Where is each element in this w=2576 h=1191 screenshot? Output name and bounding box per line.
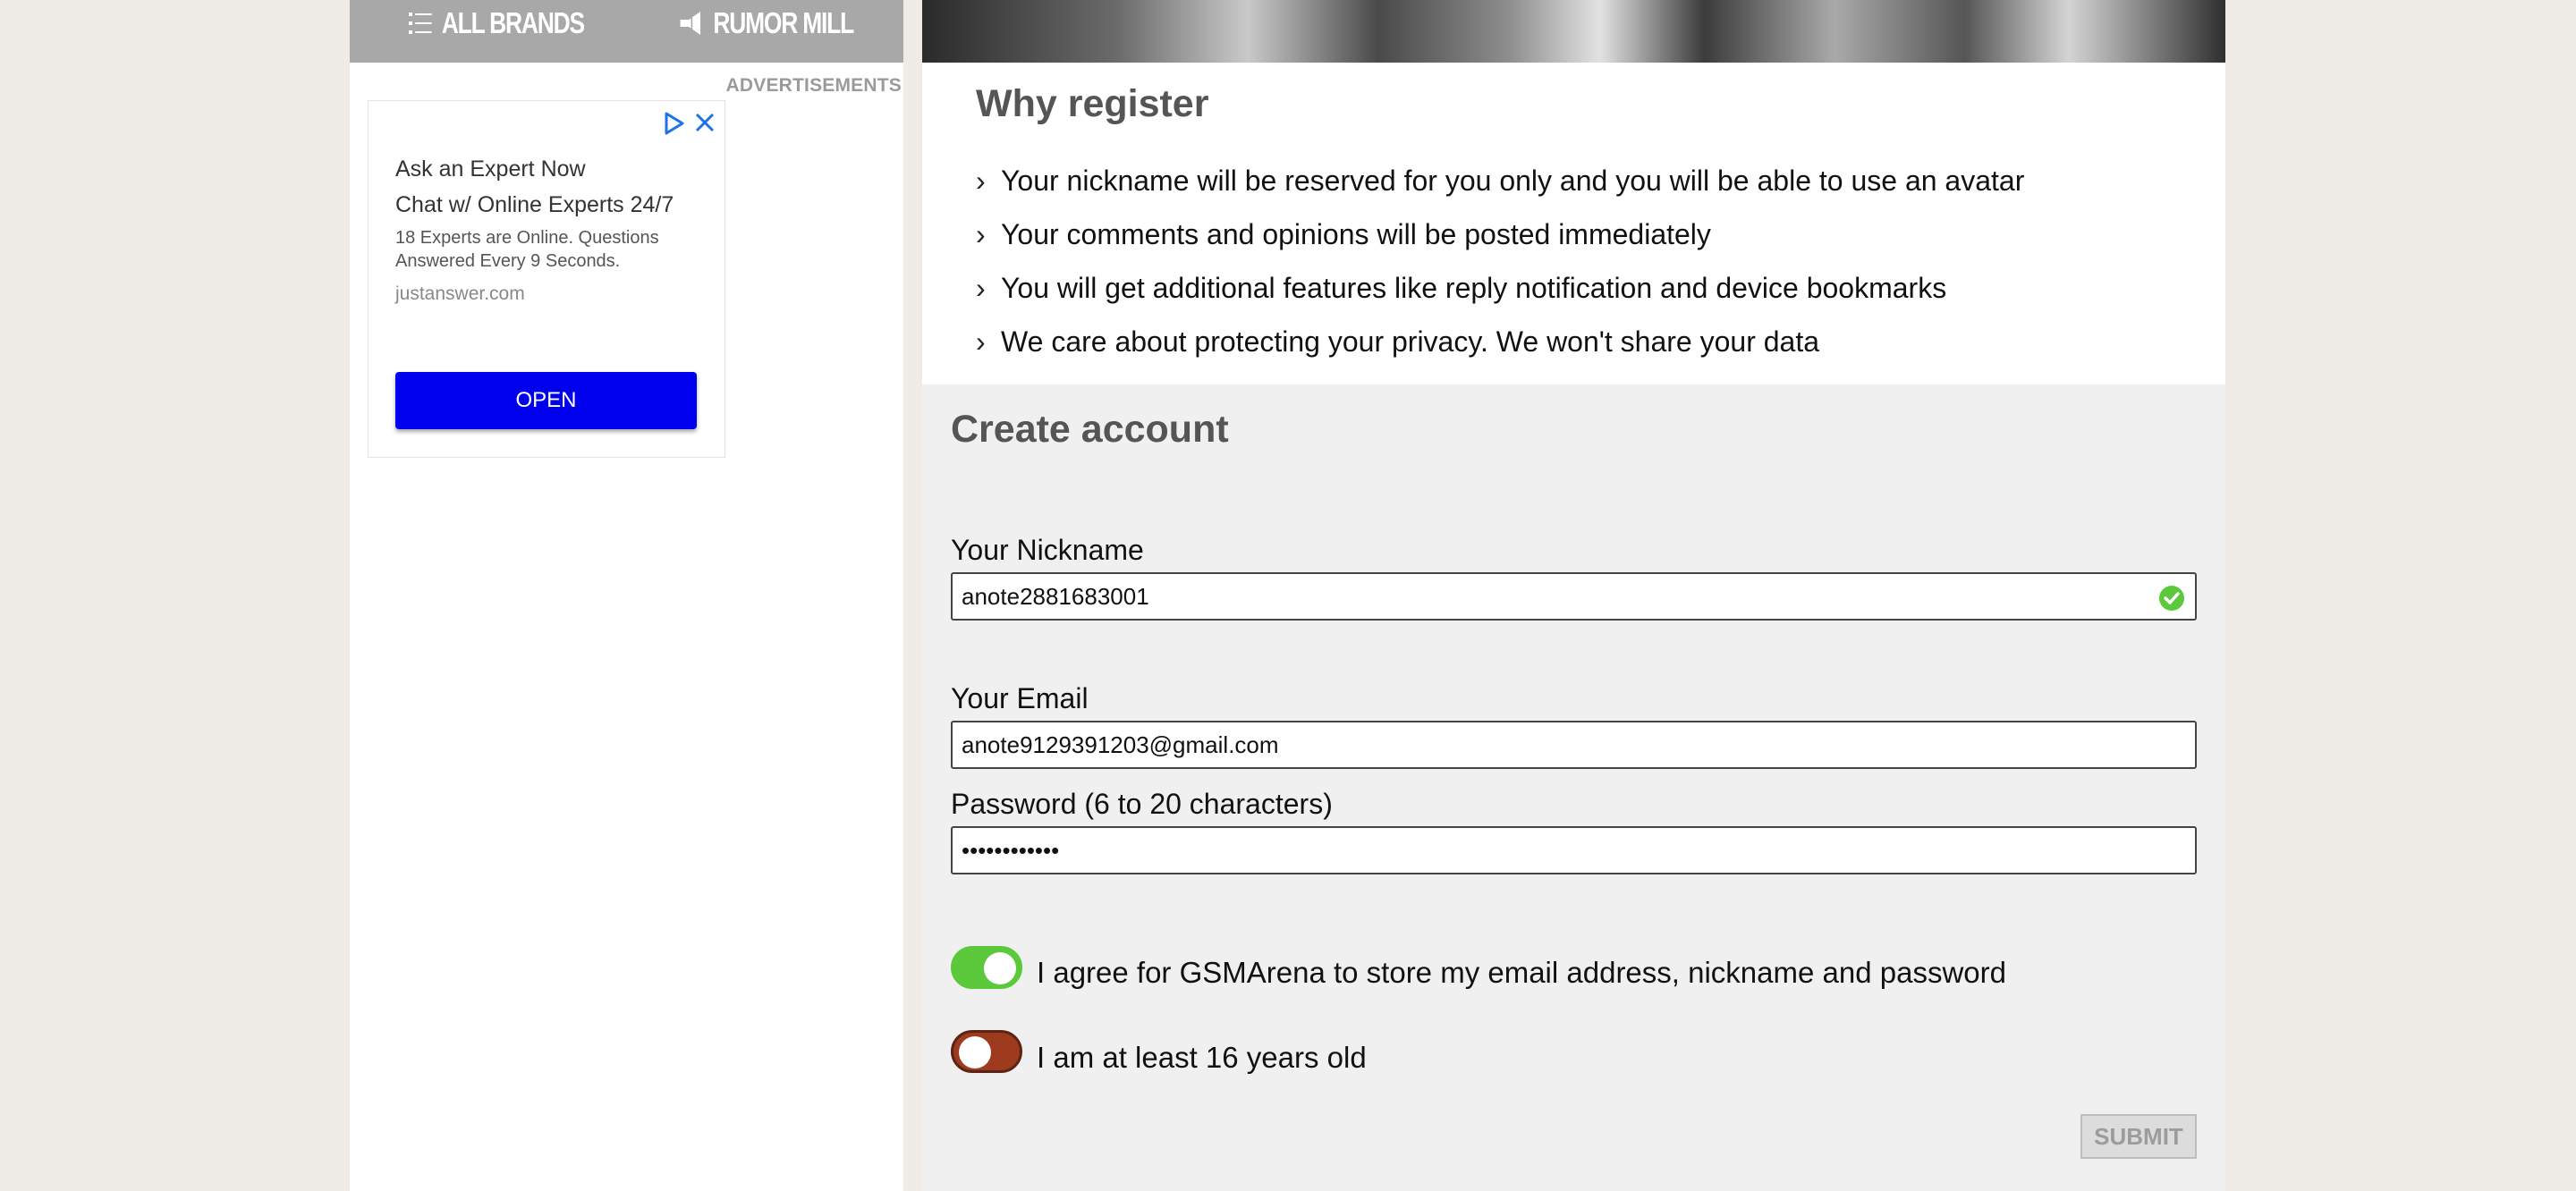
valid-check-icon xyxy=(2159,586,2184,611)
email-field[interactable]: anote9129391203@gmail.com xyxy=(951,721,2197,769)
toggle-knob xyxy=(984,952,1016,984)
list-item: › Your nickname will be reserved for you … xyxy=(976,164,2025,197)
sidebar: ALL BRANDS RUMOR MILL ADVERTISEMENTS Ask… xyxy=(350,0,903,1191)
nickname-label: Your Nickname xyxy=(951,534,1144,566)
chevron-right-icon: › xyxy=(976,325,986,358)
ad-title[interactable]: Ask an Expert Now xyxy=(395,156,586,182)
submit-button[interactable]: SUBMIT xyxy=(2080,1114,2197,1159)
password-label: Password (6 to 20 characters) xyxy=(951,788,1333,820)
chevron-right-icon: › xyxy=(976,271,986,304)
benefits-list: › Your nickname will be reserved for you … xyxy=(976,154,2024,368)
chevron-right-icon: › xyxy=(976,217,986,250)
list-item: › We care about protecting your privacy. … xyxy=(976,325,1820,358)
ad-open-button[interactable]: OPEN xyxy=(395,372,697,429)
password-value: •••••••••••• xyxy=(962,836,1060,864)
password-field[interactable]: •••••••••••• xyxy=(951,826,2197,874)
why-register-section: Why register › Your nickname will be rese… xyxy=(922,63,2225,384)
why-register-title: Why register xyxy=(976,82,1209,125)
create-account-title: Create account xyxy=(951,408,1229,451)
rumor-mill-link[interactable]: RUMOR MILL xyxy=(679,0,854,46)
all-brands-link[interactable]: ALL BRANDS xyxy=(409,0,585,46)
email-label: Your Email xyxy=(951,682,1089,714)
ad-subtitle[interactable]: Chat w/ Online Experts 24/7 xyxy=(395,192,674,218)
brands-bar: ALL BRANDS RUMOR MILL xyxy=(350,0,903,63)
rumor-mill-label: RUMOR MILL xyxy=(713,6,854,39)
adchoices-icon[interactable] xyxy=(664,112,685,135)
ad-box[interactable]: Ask an Expert Now Chat w/ Online Experts… xyxy=(368,100,725,458)
agree-label[interactable]: I agree for GSMArena to store my email a… xyxy=(1037,956,2006,990)
list-item: › Your comments and opinions will be post… xyxy=(976,217,1711,250)
header-image xyxy=(922,0,2225,63)
main-content: Why register › Your nickname will be rese… xyxy=(922,0,2225,1191)
agree-toggle[interactable] xyxy=(951,946,1022,989)
email-value: anote9129391203@gmail.com xyxy=(962,731,1279,758)
all-brands-label: ALL BRANDS xyxy=(441,6,585,39)
age-label[interactable]: I am at least 16 years old xyxy=(1037,1041,1367,1075)
nickname-value: anote2881683001 xyxy=(962,582,1149,610)
megaphone-icon xyxy=(680,12,700,35)
close-icon[interactable] xyxy=(694,112,716,133)
age-toggle[interactable] xyxy=(951,1030,1022,1073)
nickname-field[interactable]: anote2881683001 xyxy=(951,572,2197,621)
ad-domain[interactable]: justanswer.com xyxy=(395,283,525,305)
toggle-knob xyxy=(959,1036,991,1069)
list-item: › You will get additional features like r… xyxy=(976,271,1947,304)
list-icon xyxy=(409,13,432,34)
chevron-right-icon: › xyxy=(976,164,986,197)
advertisements-label: ADVERTISEMENTS xyxy=(725,75,902,96)
ad-description: 18 Experts are Online. Questions Answere… xyxy=(395,228,659,271)
